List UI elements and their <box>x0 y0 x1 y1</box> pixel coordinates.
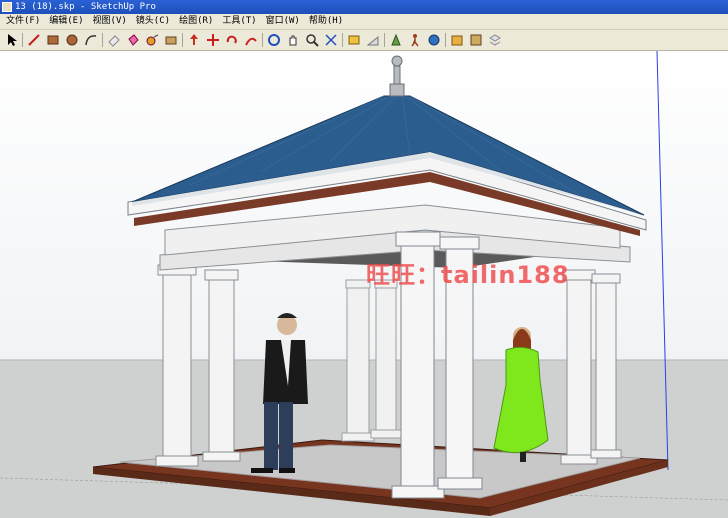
rotate-icon[interactable] <box>224 32 240 48</box>
scene-model <box>0 51 728 518</box>
layers-icon[interactable] <box>487 32 503 48</box>
follow-me-icon[interactable] <box>243 32 259 48</box>
tape-measure-icon[interactable] <box>144 32 160 48</box>
watermark-text: 旺旺：tailin188 <box>366 261 570 289</box>
menu-file[interactable]: 文件(F) <box>6 14 40 29</box>
menu-help[interactable]: 帮助(H) <box>309 14 343 29</box>
toolbar-separator <box>182 33 183 47</box>
menu-bar: 文件(F) 编辑(E) 视图(V) 镜头(C) 绘图(R) 工具(T) 窗口(W) 帮助(H) <box>0 14 728 30</box>
right-column <box>560 269 622 465</box>
dimension-icon[interactable] <box>163 32 179 48</box>
roof-finial <box>389 55 405 97</box>
3d-viewport[interactable]: 旺旺：tailin188 <box>0 51 728 518</box>
styles-icon[interactable] <box>468 32 484 48</box>
section-plane-icon[interactable] <box>346 32 362 48</box>
zoom-icon[interactable] <box>304 32 320 48</box>
walk-icon[interactable] <box>407 32 423 48</box>
toolbar <box>0 30 728 51</box>
toolbar-separator <box>384 33 385 47</box>
circle-icon[interactable] <box>64 32 80 48</box>
pan-icon[interactable] <box>285 32 301 48</box>
paint-bucket-icon[interactable] <box>125 32 141 48</box>
toolbar-separator <box>445 33 446 47</box>
toolbar-separator <box>102 33 103 47</box>
toolbar-separator <box>22 33 23 47</box>
menu-window[interactable]: 窗口(W) <box>266 14 300 29</box>
axes-icon[interactable] <box>365 32 381 48</box>
menu-view[interactable]: 视图(V) <box>93 14 127 29</box>
materials-icon[interactable] <box>449 32 465 48</box>
position-camera-icon[interactable] <box>388 32 404 48</box>
select-arrow-icon[interactable] <box>4 32 20 48</box>
components-icon[interactable] <box>426 32 442 48</box>
zoom-extents-icon[interactable] <box>323 32 339 48</box>
toolbar-separator <box>342 33 343 47</box>
window-title: 13 (18).skp - SketchUp Pro <box>15 2 156 12</box>
push-pull-icon[interactable] <box>186 32 202 48</box>
menu-tools[interactable]: 工具(T) <box>222 14 256 29</box>
rectangle-icon[interactable] <box>45 32 61 48</box>
arc-icon[interactable] <box>83 32 99 48</box>
menu-edit[interactable]: 编辑(E) <box>49 14 83 29</box>
menu-draw[interactable]: 绘图(R) <box>179 14 213 29</box>
pencil-line-icon[interactable] <box>26 32 42 48</box>
app-icon <box>2 2 12 12</box>
toolbar-separator <box>262 33 263 47</box>
title-bar: 13 (18).skp - SketchUp Pro <box>0 0 728 14</box>
eraser-icon[interactable] <box>106 32 122 48</box>
move-icon[interactable] <box>205 32 221 48</box>
menu-camera[interactable]: 镜头(C) <box>136 14 170 29</box>
orbit-icon[interactable] <box>266 32 282 48</box>
